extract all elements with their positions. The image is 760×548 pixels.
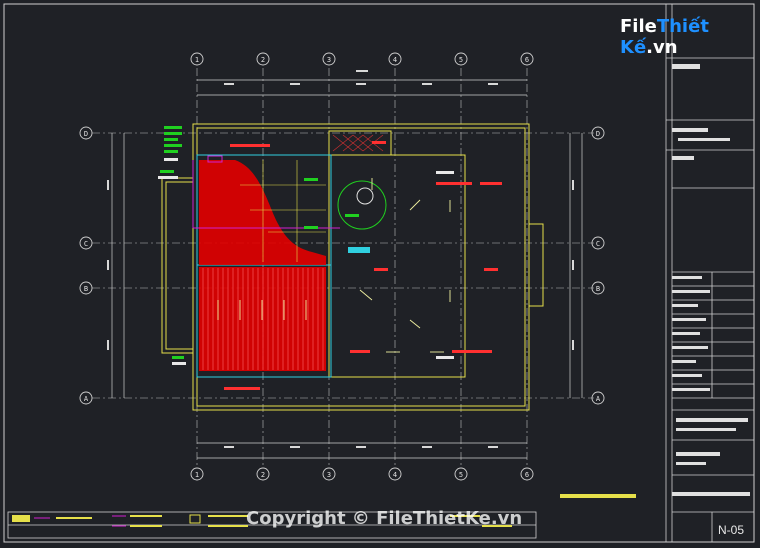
- grid-bubbles-right: [591, 126, 605, 405]
- grid-label-right-A: A: [596, 395, 601, 403]
- column-detail-symbol: [337, 180, 387, 230]
- title-block: [665, 4, 754, 542]
- grid-label-right-C: C: [596, 240, 600, 248]
- sheet-number: N-05: [718, 523, 745, 537]
- grid-label-top-5: 5: [459, 56, 463, 64]
- drawing-title-mark: [560, 494, 636, 498]
- filethietke-logo: FileThiết Kế.vn: [620, 16, 760, 58]
- sheet-frame: [3, 3, 755, 543]
- grid-label-bottom-3: 3: [327, 471, 331, 479]
- logo-text-vn: .vn: [646, 37, 678, 58]
- grid-label-left-B: B: [84, 285, 88, 293]
- roof-curved-area: [199, 160, 326, 265]
- title-block-text-marks: [672, 64, 750, 496]
- grid-label-top-4: 4: [393, 56, 397, 64]
- grid-label-right-B: B: [596, 285, 600, 293]
- grid-bubbles-bottom: [190, 467, 534, 481]
- grid-label-bottom-2: 2: [261, 471, 265, 479]
- grid-labels: 1 2 3 4 5 6 1 2 3 4 5 6 D C B A D C B A: [84, 56, 601, 479]
- dimension-lines: [111, 79, 583, 459]
- grid-label-bottom-4: 4: [393, 471, 397, 479]
- legend-swatch-yellow: [12, 515, 30, 522]
- cyan-tag: [348, 247, 370, 253]
- grid-label-top-6: 6: [525, 56, 529, 64]
- grid-label-bottom-5: 5: [459, 471, 463, 479]
- copyright-watermark: Copyright © FileThietKe.vn: [246, 508, 523, 529]
- cad-drawing-canvas: 1 2 3 4 5 6 1 2 3 4 5 6 D C B A D C B A: [3, 3, 755, 543]
- grid-label-left-D: D: [84, 130, 88, 138]
- grid-label-bottom-1: 1: [195, 471, 199, 479]
- grid-bubbles-left: [79, 126, 93, 405]
- grid-label-left-A: A: [84, 395, 89, 403]
- drainage-arrow: [359, 289, 373, 301]
- grid-label-left-C: C: [84, 240, 88, 248]
- grid-label-top-3: 3: [327, 56, 331, 64]
- grid-label-bottom-6: 6: [525, 471, 529, 479]
- drainage-arrow: [409, 319, 421, 329]
- grid-bubbles-top: [190, 52, 534, 66]
- grid-label-top-1: 1: [195, 56, 199, 64]
- drainage-arrow: [409, 199, 421, 211]
- logo-text-file: File: [620, 16, 657, 37]
- grid-label-top-2: 2: [261, 56, 265, 64]
- grid-label-right-D: D: [596, 130, 600, 138]
